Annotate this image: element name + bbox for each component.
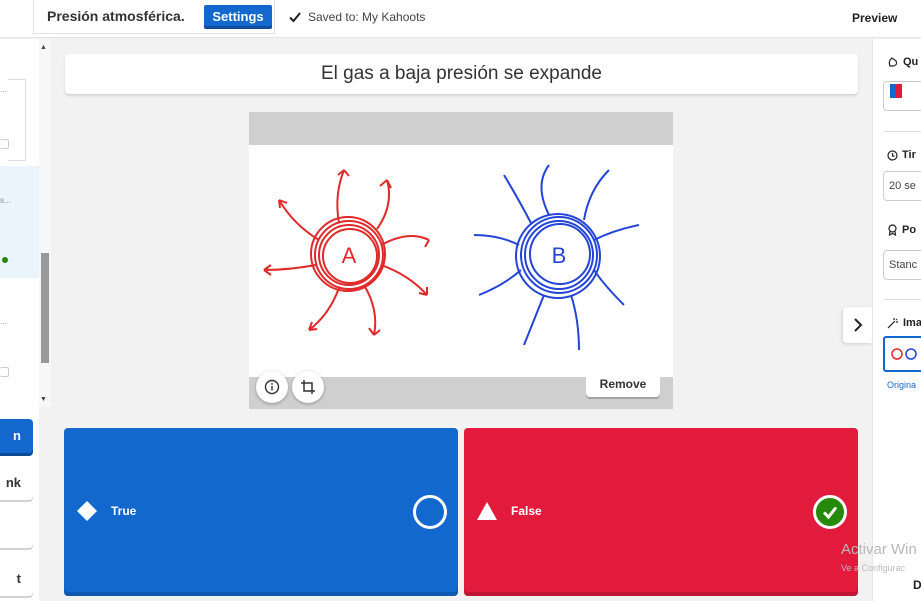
remove-image-button[interactable]: Remove <box>586 371 660 397</box>
slide-title-3[interactable]: ... <box>0 317 7 326</box>
mark-correct-toggle-true[interactable] <box>413 495 447 529</box>
divider <box>883 299 921 300</box>
image-reveal-heading-label: Ima <box>903 317 921 329</box>
image-crop-button[interactable] <box>292 371 324 403</box>
clock-icon <box>887 149 898 161</box>
true-false-icon <box>890 84 902 98</box>
image-reveal-option-original[interactable] <box>883 336 921 372</box>
question-type-heading-label: Qu <box>903 56 919 68</box>
panel-bottom-button[interactable]: D <box>913 578 921 592</box>
top-bar: Presión atmosférica. Settings Saved to: … <box>0 0 921 38</box>
answer-false[interactable]: False <box>464 428 858 596</box>
sidebar-button-4[interactable]: t <box>0 562 33 596</box>
image-thumbnail <box>891 348 917 360</box>
settings-button[interactable]: Settings <box>204 5 272 29</box>
slide-title-1: ... <box>0 85 7 94</box>
slide-correct-indicator <box>2 257 8 263</box>
question-bank-button[interactable]: nk <box>0 466 33 500</box>
add-question-button[interactable]: n <box>0 419 33 453</box>
kahoot-title[interactable]: Presión atmosférica. <box>47 8 185 24</box>
slide-title-2[interactable]: s... <box>0 196 11 205</box>
question-type-select[interactable] <box>883 81 921 111</box>
divider <box>883 131 921 132</box>
checkmark-icon <box>822 506 838 520</box>
activation-watermark: Activar Win <box>841 541 917 558</box>
points-heading: Po <box>887 224 916 236</box>
question-image[interactable]: A B <box>249 145 673 377</box>
image-reveal-original-label[interactable]: Origina <box>887 380 916 390</box>
sidebar-scrollbar-thumb[interactable] <box>41 253 49 363</box>
question-text-field[interactable]: El gas a baja presión se expande <box>65 54 858 94</box>
time-limit-heading: Tir <box>887 149 916 161</box>
slide-image-placeholder-1 <box>0 139 9 149</box>
scroll-down-arrow-icon[interactable]: ▼ <box>40 396 47 403</box>
answer-false-label[interactable]: False <box>511 504 542 518</box>
collapse-panel-button[interactable] <box>843 307 872 343</box>
time-limit-select[interactable]: 20 se <box>883 171 921 201</box>
image-reveal-heading: Ima <box>887 317 921 329</box>
image-label-a: A <box>342 243 357 268</box>
question-type-icon <box>888 57 898 67</box>
answer-true-label[interactable]: True <box>111 504 136 518</box>
medal-icon <box>888 224 897 236</box>
slide-image-placeholder-3 <box>0 367 9 377</box>
time-limit-heading-label: Tir <box>902 149 916 161</box>
info-icon <box>264 379 280 395</box>
slide-thumbnail-1[interactable] <box>8 79 26 161</box>
magic-wand-icon <box>887 318 898 329</box>
diamond-icon <box>77 501 97 521</box>
image-info-button[interactable] <box>256 371 288 403</box>
scroll-up-arrow-icon[interactable]: ▲ <box>40 44 47 51</box>
preview-button[interactable]: Preview <box>852 11 897 25</box>
question-media-area: A B Remove <box>249 112 673 409</box>
activation-watermark-subtitle: Ve a Configurac <box>841 563 906 573</box>
checkmark-icon <box>289 12 301 23</box>
triangle-icon <box>477 502 497 520</box>
chevron-right-icon <box>853 318 862 332</box>
saved-status-text: Saved to: My Kahoots <box>308 10 426 24</box>
mark-correct-toggle-false[interactable] <box>813 495 847 529</box>
sidebar-button-3[interactable] <box>0 514 33 548</box>
question-type-heading: Qu <box>887 56 918 68</box>
saved-status: Saved to: My Kahoots <box>288 10 425 24</box>
points-select[interactable]: Stanc <box>883 250 921 280</box>
answer-true[interactable]: True <box>64 428 458 596</box>
question-settings-panel: Qu Tir 20 se Po Stanc Ima Origina D <box>872 39 921 601</box>
kahoot-title-box[interactable]: Presión atmosférica. Settings <box>33 0 275 34</box>
crop-icon <box>301 380 315 394</box>
points-heading-label: Po <box>902 224 917 236</box>
image-label-b: B <box>552 243 567 268</box>
